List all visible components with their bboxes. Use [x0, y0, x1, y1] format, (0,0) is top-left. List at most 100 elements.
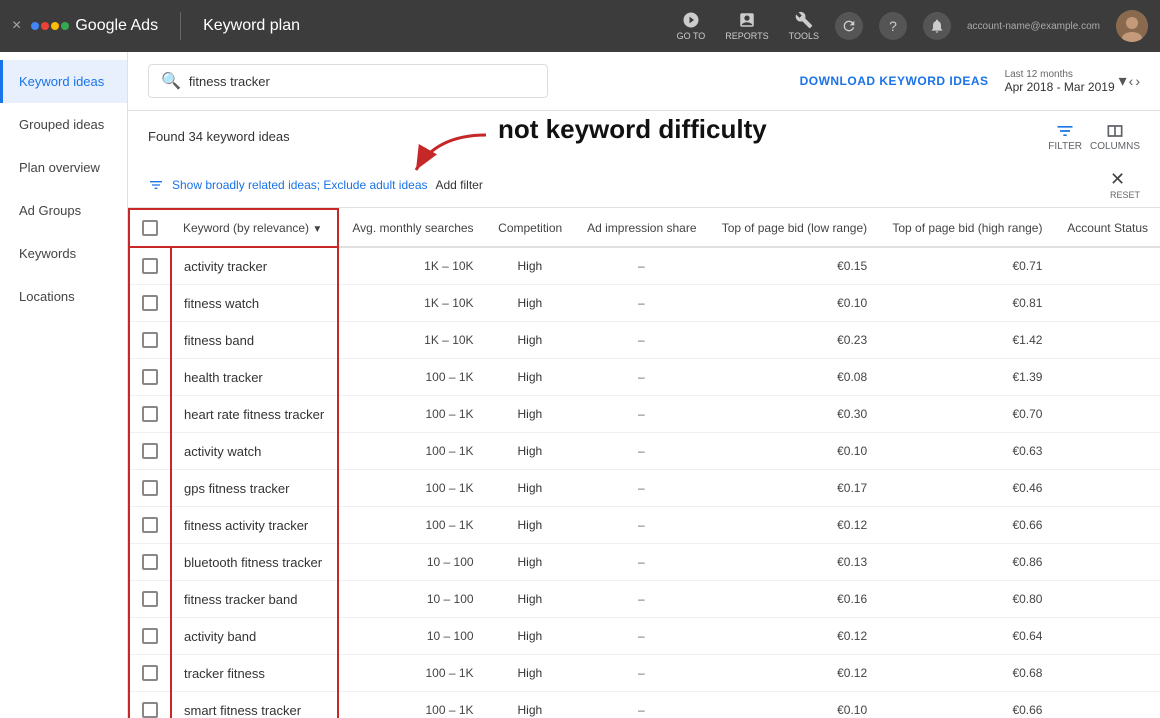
cell-top-bid-low: €0.16 [709, 581, 880, 618]
avatar[interactable] [1116, 10, 1148, 42]
cell-account-status [1054, 247, 1160, 285]
sidebar: Keyword ideas Grouped ideas Plan overvie… [0, 52, 128, 718]
row-checkbox[interactable] [142, 554, 158, 570]
row-checkbox[interactable] [142, 591, 158, 607]
row-checkbox[interactable] [142, 258, 158, 274]
table-header-row: Keyword (by relevance) ▼ Avg. monthly se… [129, 209, 1160, 247]
table-row: bluetooth fitness tracker 10 – 100 High … [129, 544, 1160, 581]
sidebar-label-keyword-ideas: Keyword ideas [19, 74, 104, 89]
columns-button[interactable]: COLUMNS [1090, 121, 1140, 152]
download-keyword-ideas-button[interactable]: DOWNLOAD KEYWORD IDEAS [800, 74, 989, 88]
cell-checkbox [129, 433, 171, 470]
reset-button[interactable]: ✕ RESET [1110, 169, 1140, 200]
logo-dot-red [41, 22, 49, 30]
cell-checkbox [129, 285, 171, 322]
cell-ad-impression: – [574, 581, 708, 618]
search-box[interactable]: 🔍 [148, 64, 548, 98]
header-checkbox [129, 209, 171, 247]
cell-account-status [1054, 507, 1160, 544]
google-ads-title: Google Ads [75, 17, 158, 35]
header-top-bid-high: Top of page bid (high range) [879, 209, 1054, 247]
cell-account-status [1054, 692, 1160, 718]
sidebar-item-ad-groups[interactable]: Ad Groups [0, 189, 127, 232]
filter-chip-icon [148, 177, 164, 193]
reset-icon[interactable]: ✕ [1110, 169, 1125, 189]
sidebar-label-locations: Locations [19, 289, 75, 304]
sidebar-item-keyword-ideas[interactable]: Keyword ideas [0, 60, 127, 103]
notifications-button[interactable] [923, 12, 951, 40]
cell-keyword: smart fitness tracker [171, 692, 338, 718]
cell-avg-searches: 1K – 10K [338, 247, 485, 285]
sidebar-item-locations[interactable]: Locations [0, 275, 127, 318]
sidebar-item-grouped-ideas[interactable]: Grouped ideas [0, 103, 127, 146]
table-row: fitness tracker band 10 – 100 High – €0.… [129, 581, 1160, 618]
select-all-checkbox[interactable] [142, 220, 158, 236]
row-checkbox[interactable] [142, 665, 158, 681]
date-range-next[interactable]: › [1135, 73, 1140, 89]
row-checkbox[interactable] [142, 369, 158, 385]
cell-checkbox [129, 247, 171, 285]
cell-checkbox [129, 396, 171, 433]
cell-avg-searches: 100 – 1K [338, 655, 485, 692]
cell-checkbox [129, 618, 171, 655]
cell-keyword: health tracker [171, 359, 338, 396]
date-range: Last 12 months Apr 2018 - Mar 2019 ▾ ‹ › [1005, 69, 1140, 94]
table-row: smart fitness tracker 100 – 1K High – €0… [129, 692, 1160, 718]
row-checkbox[interactable] [142, 443, 158, 459]
table-body: activity tracker 1K – 10K High – €0.15 €… [129, 247, 1160, 718]
refresh-button[interactable] [835, 12, 863, 40]
date-range-prev[interactable]: ‹ [1129, 73, 1134, 89]
cell-account-status [1054, 470, 1160, 507]
close-icon[interactable]: × [12, 17, 21, 35]
cell-avg-searches: 10 – 100 [338, 618, 485, 655]
red-arrow [406, 130, 496, 183]
cell-avg-searches: 100 – 1K [338, 433, 485, 470]
cell-account-status [1054, 655, 1160, 692]
cell-ad-impression: – [574, 618, 708, 655]
row-checkbox[interactable] [142, 628, 158, 644]
cell-keyword: fitness watch [171, 285, 338, 322]
date-range-dropdown[interactable]: ▾ [1119, 71, 1127, 91]
sort-icon: ▼ [312, 224, 322, 235]
header-competition: Competition [486, 209, 575, 247]
cell-ad-impression: – [574, 359, 708, 396]
filter-button[interactable]: FILTER [1048, 121, 1082, 152]
cell-ad-impression: – [574, 247, 708, 285]
cell-top-bid-low: €0.08 [709, 359, 880, 396]
cell-competition: High [486, 247, 575, 285]
cell-top-bid-high: €1.42 [879, 322, 1054, 359]
help-button[interactable]: ? [879, 12, 907, 40]
show-related-link[interactable]: Show broadly related ideas; Exclude adul… [172, 178, 428, 192]
sidebar-item-keywords[interactable]: Keywords [0, 232, 127, 275]
row-checkbox[interactable] [142, 332, 158, 348]
goto-button[interactable]: GO TO [677, 11, 706, 41]
cell-keyword: fitness band [171, 322, 338, 359]
row-checkbox[interactable] [142, 406, 158, 422]
reports-label: REPORTS [725, 31, 768, 41]
row-checkbox[interactable] [142, 517, 158, 533]
cell-checkbox [129, 692, 171, 718]
help-icon: ? [889, 18, 897, 34]
row-checkbox[interactable] [142, 480, 158, 496]
search-input[interactable] [189, 74, 535, 89]
cell-top-bid-high: €0.70 [879, 396, 1054, 433]
cell-top-bid-low: €0.10 [709, 692, 880, 718]
cell-top-bid-high: €0.46 [879, 470, 1054, 507]
cell-top-bid-high: €0.68 [879, 655, 1054, 692]
cell-keyword: tracker fitness [171, 655, 338, 692]
logo-dot-blue [31, 22, 39, 30]
cell-top-bid-high: €0.66 [879, 692, 1054, 718]
reports-button[interactable]: REPORTS [725, 11, 768, 41]
cell-top-bid-high: €0.81 [879, 285, 1054, 322]
header-keyword[interactable]: Keyword (by relevance) ▼ [171, 209, 338, 247]
sidebar-item-plan-overview[interactable]: Plan overview [0, 146, 127, 189]
table-row: fitness watch 1K – 10K High – €0.10 €0.8… [129, 285, 1160, 322]
tools-button[interactable]: TOOLS [789, 11, 819, 41]
header-account-status: Account Status [1054, 209, 1160, 247]
cell-avg-searches: 100 – 1K [338, 692, 485, 718]
sidebar-label-keywords: Keywords [19, 246, 76, 261]
row-checkbox[interactable] [142, 295, 158, 311]
cell-competition: High [486, 285, 575, 322]
cell-checkbox [129, 322, 171, 359]
row-checkbox[interactable] [142, 702, 158, 718]
